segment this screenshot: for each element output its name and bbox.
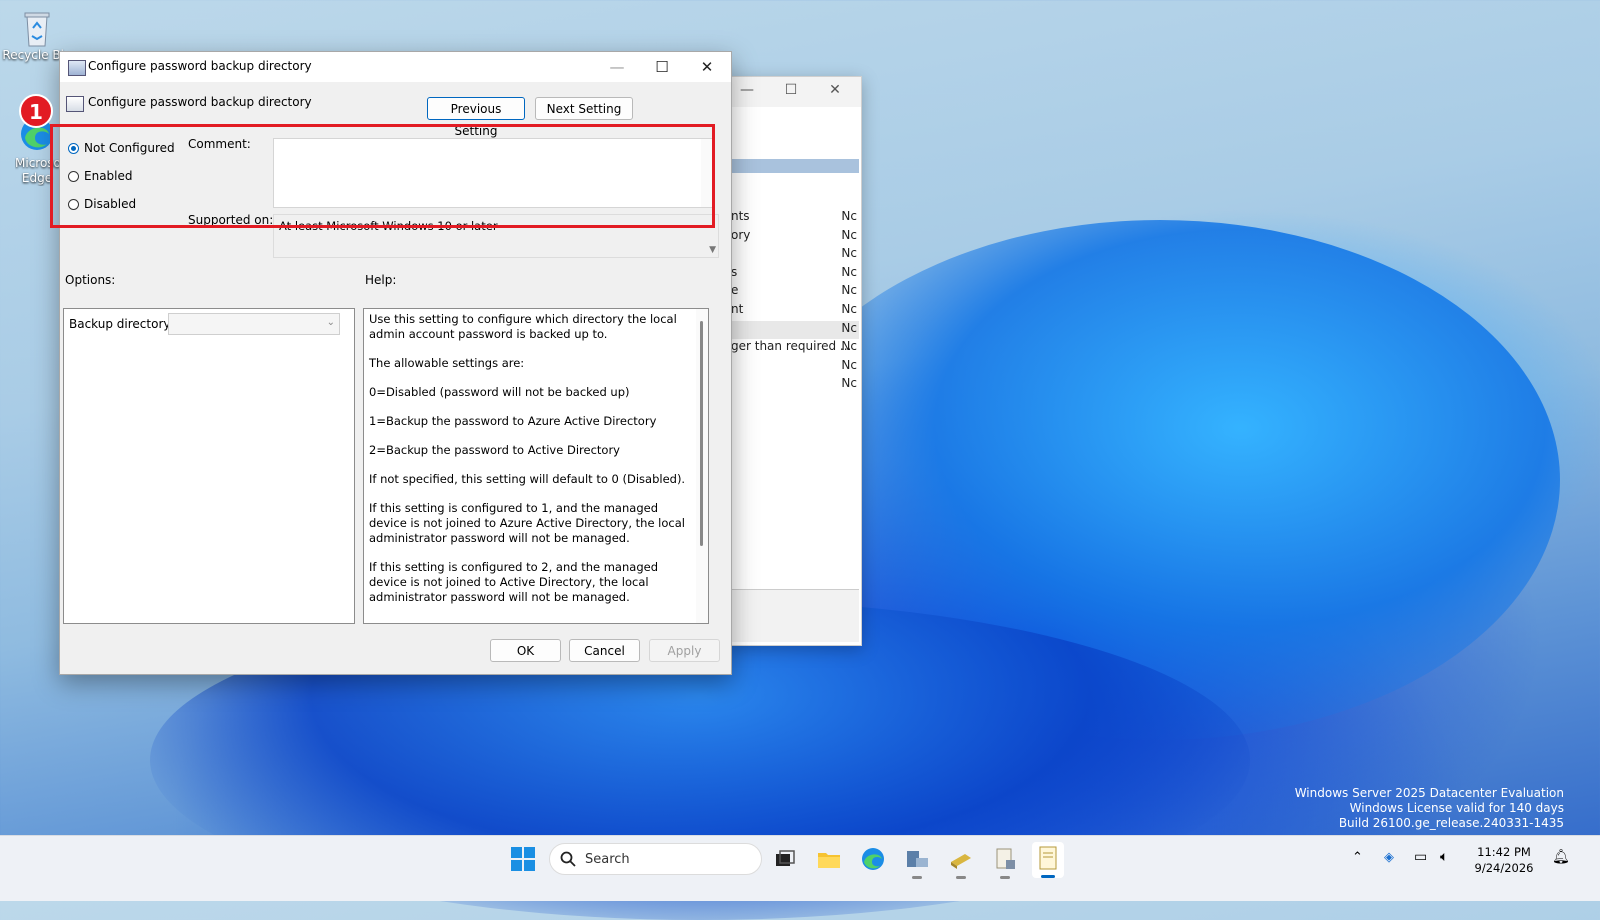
scroll-down-icon[interactable]: ▼: [709, 245, 716, 255]
volume-icon[interactable]: 🔈︎: [1440, 849, 1448, 865]
help-panel: Use this setting to configure which dire…: [363, 308, 709, 624]
tools-icon[interactable]: [948, 846, 976, 879]
options-label: Options:: [65, 273, 116, 287]
list-item[interactable]: Nc: [731, 376, 859, 394]
ok-button[interactable]: OK: [490, 639, 561, 662]
start-button[interactable]: [510, 846, 538, 874]
help-label: Help:: [365, 273, 397, 287]
step-badge: 1: [19, 94, 53, 128]
column-header-bar: [729, 159, 859, 173]
windows-logo-icon: [511, 847, 535, 871]
backup-directory-label: Backup directory: [69, 317, 171, 331]
close-button[interactable]: ✕: [685, 52, 729, 82]
network-icon[interactable]: ▭: [1414, 849, 1427, 865]
search-icon: [560, 851, 576, 867]
list-item[interactable]: Nc: [731, 320, 859, 339]
help-paragraph: Use this setting to configure which dire…: [369, 312, 677, 341]
help-paragraph: If this setting is configured to 1, and …: [369, 501, 685, 545]
help-text: Use this setting to configure which dire…: [364, 309, 708, 605]
background-window-titlebar[interactable]: — ☐ ✕: [729, 77, 861, 107]
server-manager-icon[interactable]: [904, 846, 932, 879]
status-area: [729, 589, 859, 642]
list-item[interactable]: s Nc: [731, 265, 859, 283]
recycle-bin-icon: [19, 8, 55, 47]
taskbar-search[interactable]: Search: [549, 843, 762, 875]
policy-editor-icon[interactable]: [992, 846, 1020, 879]
os-watermark: Windows Server 2025 Datacenter Evaluatio…: [1294, 786, 1564, 830]
help-paragraph: If this setting is configured to 2, and …: [369, 560, 658, 604]
list-item[interactable]: nt Nc: [731, 302, 859, 320]
help-paragraph: If not specified, this setting will defa…: [369, 472, 686, 486]
help-scroll-thumb[interactable]: [700, 321, 703, 546]
list-item[interactable]: Nc: [731, 246, 859, 264]
task-view-icon[interactable]: [772, 846, 800, 874]
list-item[interactable]: ory Nc: [731, 228, 859, 246]
list-item[interactable]: e Nc: [731, 283, 859, 301]
list-item[interactable]: Nc: [731, 358, 859, 376]
highlight-box: [50, 124, 715, 228]
previous-setting-button[interactable]: Previous Setting: [427, 97, 525, 138]
list-item[interactable]: nts Nc: [731, 209, 859, 227]
next-setting-button[interactable]: Next Setting: [535, 97, 633, 120]
maximize-icon[interactable]: ☐: [781, 82, 801, 102]
minimize-icon[interactable]: —: [737, 82, 757, 102]
backup-directory-dropdown[interactable]: ⌄: [168, 313, 340, 335]
active-policy-window-icon[interactable]: [1032, 842, 1064, 878]
notifications-icon[interactable]: 🔔︎: [1552, 849, 1570, 865]
clock[interactable]: 11:42 PM 9/24/2026: [1470, 844, 1538, 876]
background-window[interactable]: — ☐ ✕ nts Nc ory Nc Nc s Nc e Nc nt Nc Nc ger than r…: [728, 76, 862, 646]
policy-app-icon: [68, 60, 86, 76]
file-explorer-icon[interactable]: [816, 846, 844, 874]
dialog-titlebar[interactable]: Configure password backup directory — ☐ …: [60, 52, 731, 82]
help-scrollbar[interactable]: [696, 309, 708, 623]
dialog-title: Configure password backup directory: [88, 59, 312, 73]
setting-title: Configure password backup directory: [88, 95, 312, 109]
help-paragraph: 1=Backup the password to Azure Active Di…: [369, 414, 657, 428]
minimize-button[interactable]: —: [595, 52, 639, 82]
maximize-button[interactable]: ☐: [640, 52, 684, 82]
show-hidden-icons[interactable]: ⌃: [1352, 850, 1363, 865]
close-icon[interactable]: ✕: [825, 82, 845, 102]
setting-icon: [66, 96, 84, 112]
help-paragraph: The allowable settings are:: [369, 356, 525, 370]
apply-button[interactable]: Apply: [649, 639, 720, 662]
help-paragraph: 2=Backup the password to Active Director…: [369, 443, 620, 457]
cancel-button[interactable]: Cancel: [569, 639, 640, 662]
chevron-down-icon: ⌄: [326, 317, 335, 328]
taskbar: Search ⌃ ◈ ▭ 🔈︎ 11:42 PM 9/24/2026 🔔︎: [0, 835, 1600, 901]
list-item[interactable]: ger than required ... Nc: [731, 339, 859, 357]
security-tray-icon[interactable]: ◈: [1384, 850, 1394, 865]
help-paragraph: 0=Disabled (password will not be backed …: [369, 385, 630, 399]
edge-taskbar-icon[interactable]: [860, 846, 888, 874]
options-panel: Backup directory ⌄: [63, 308, 355, 624]
